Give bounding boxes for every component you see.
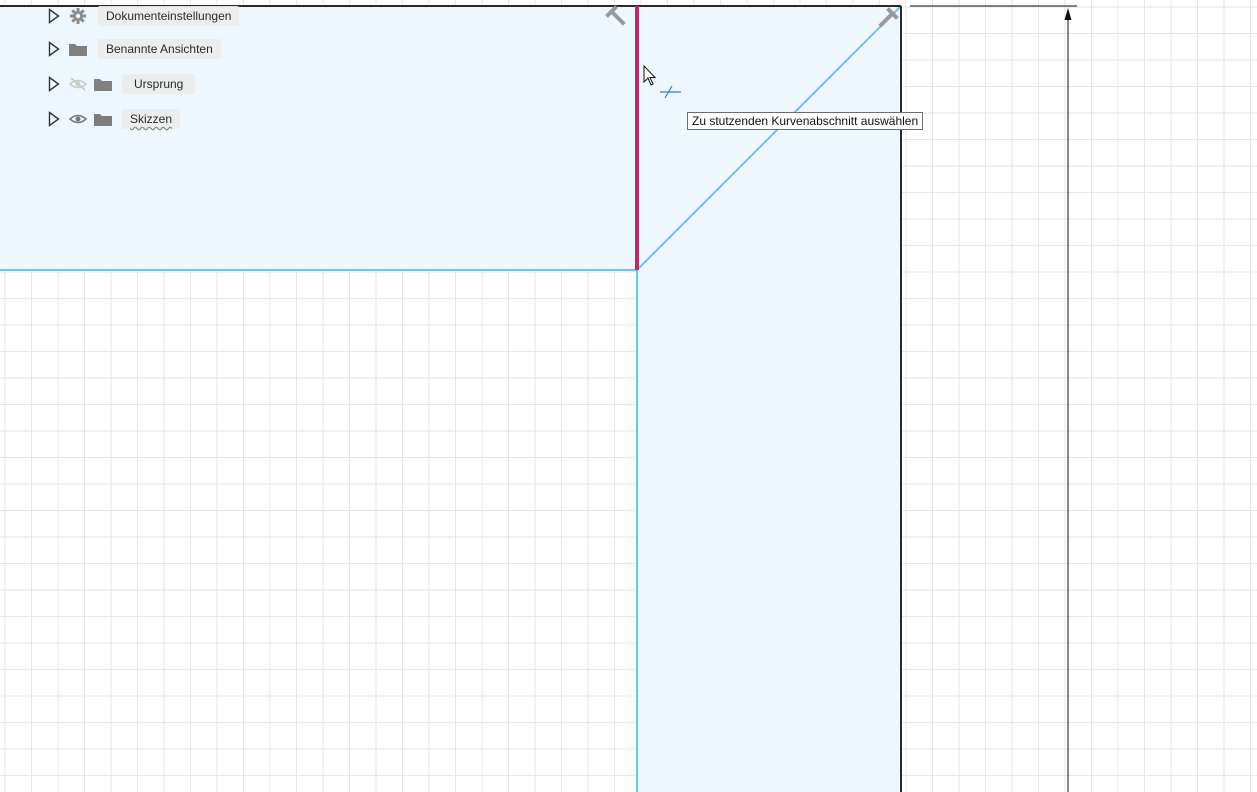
dimension-arrow-icon xyxy=(1064,8,1072,20)
expand-triangle-icon[interactable] xyxy=(46,110,62,128)
browser-node-origin[interactable]: Ursprung xyxy=(46,71,196,97)
folder-icon xyxy=(92,74,114,94)
expand-triangle-icon[interactable] xyxy=(46,40,62,58)
folder-icon xyxy=(66,39,90,59)
browser-panel: Dokumenteinstellungen Benannte Ansichten… xyxy=(0,0,300,140)
trim-cursor-icon xyxy=(660,85,681,99)
expand-triangle-icon[interactable] xyxy=(46,75,62,93)
browser-node-label[interactable]: Ursprung xyxy=(122,74,196,94)
browser-node-document-settings[interactable]: Dokumenteinstellungen xyxy=(46,3,240,29)
browser-node-label[interactable]: Benannte Ansichten xyxy=(98,39,221,59)
browser-node-sketches[interactable]: Skizzen xyxy=(46,106,181,132)
eye-icon[interactable] xyxy=(66,109,90,129)
folder-icon xyxy=(92,109,114,129)
eye-hidden-icon[interactable] xyxy=(66,74,90,94)
tooltip: Zu stutzenden Kurvenabschnitt auswählen xyxy=(687,112,924,130)
mouse-pointer-icon xyxy=(643,65,657,86)
expand-triangle-icon[interactable] xyxy=(46,7,62,25)
gear-icon xyxy=(66,6,90,26)
browser-node-label[interactable]: Dokumenteinstellungen xyxy=(98,6,240,26)
browser-node-label[interactable]: Skizzen xyxy=(122,109,181,129)
browser-node-named-views[interactable]: Benannte Ansichten xyxy=(46,36,221,62)
